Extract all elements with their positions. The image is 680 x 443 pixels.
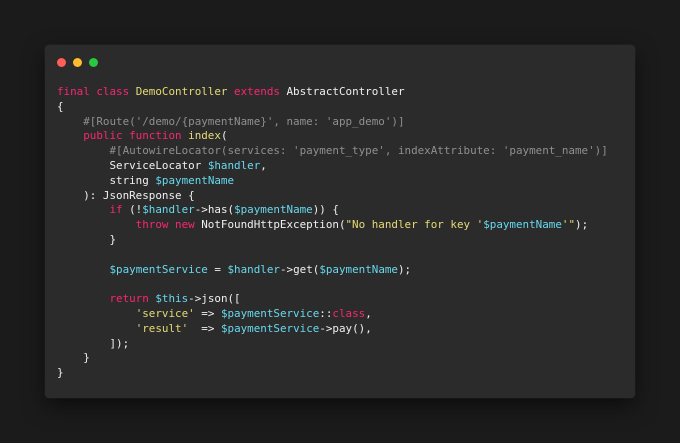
code-token: $handler [142, 203, 195, 217]
code-token: $handler [207, 158, 261, 172]
code-line: $paymentService = $handler->get($payment… [57, 263, 608, 278]
code-token: public function [57, 129, 189, 143]
page: final class DemoController extends Abstr… [0, 0, 680, 443]
code-line: public function index( [57, 129, 608, 144]
code-token: '" [561, 218, 576, 232]
code-token: #[AutowireLocator(services: 'payment_typ… [57, 144, 608, 158]
code-token: ->has( [194, 203, 235, 217]
code-token: ]); [57, 336, 130, 350]
code-token: ->json([ [188, 292, 241, 306]
code-token: ->pay(), [319, 321, 372, 335]
code-line: throw new NotFoundHttpException("No hand… [57, 218, 608, 233]
code-token: $paymentService [220, 306, 320, 320]
code-token: :: [319, 306, 333, 320]
code-token: $paymentName [319, 262, 398, 276]
code-line: #[Route('/demo/{paymentName}', name: 'ap… [57, 115, 608, 130]
code-token: )) { [312, 203, 339, 217]
code-token: , [365, 306, 372, 320]
code-token: } [57, 232, 117, 246]
code-token: $paymentName [234, 203, 313, 217]
code-token: => [194, 306, 221, 320]
code-token: 'service' [135, 306, 195, 320]
code-token: index [188, 129, 221, 143]
code-line: } [57, 351, 608, 366]
code-token: (! [129, 203, 143, 217]
code-line: 'service' => $paymentService::class, [57, 307, 608, 322]
window-controls [57, 58, 98, 67]
code-token: NotFoundHttpException( [201, 218, 346, 232]
code-token: 'result' [135, 321, 189, 335]
code-line: #[AutowireLocator(services: 'payment_typ… [57, 144, 608, 159]
code-line: ]); [57, 337, 608, 352]
code-token: = [207, 262, 228, 276]
code-token: $this [155, 292, 189, 306]
code-line: } [57, 366, 608, 381]
code-token: $handler [227, 262, 280, 276]
code-line: string $paymentName [57, 174, 608, 189]
code-token: $paymentService [109, 262, 208, 276]
code-token: string [57, 173, 156, 187]
code-line: final class DemoController extends Abstr… [57, 85, 608, 100]
code-token: } [57, 366, 64, 380]
code-token: $paymentName [155, 173, 235, 187]
code-token: ); [575, 218, 589, 232]
code-block: final class DemoController extends Abstr… [57, 85, 608, 381]
code-token: { [57, 99, 64, 113]
code-token: ): JsonResponse { [57, 188, 195, 202]
code-token: $paymentName [483, 218, 562, 232]
code-token: "No handler for key ' [345, 218, 484, 232]
minimize-button[interactable] [73, 58, 82, 67]
code-token: #[Route('/demo/{paymentName}', name: 'ap… [57, 114, 405, 128]
code-token: return [57, 292, 156, 306]
code-line: ): JsonResponse { [57, 189, 608, 204]
code-token: ServiceLocator [57, 158, 208, 172]
code-token: ); [398, 262, 412, 276]
code-window: final class DemoController extends Abstr… [45, 45, 635, 398]
close-button[interactable] [57, 58, 66, 67]
code-line: return $this->json([ [57, 292, 608, 307]
code-token: ( [220, 129, 228, 143]
code-token: final class [57, 85, 136, 98]
code-token: $paymentService [220, 321, 320, 335]
code-token: ->get( [279, 262, 320, 276]
code-token: => [188, 321, 221, 335]
code-token: DemoController [135, 85, 228, 98]
code-line: ServiceLocator $handler, [57, 159, 608, 174]
code-token: , [260, 158, 267, 172]
code-line: 'result' => $paymentService->pay(), [57, 322, 608, 337]
code-line: if (!$handler->has($paymentName)) { [57, 203, 608, 218]
code-line: } [57, 233, 608, 248]
code-token: class [332, 306, 366, 320]
zoom-button[interactable] [89, 58, 98, 67]
code-token: extends [227, 85, 287, 98]
code-token: if [57, 203, 130, 217]
code-line: { [57, 100, 608, 115]
code-token: throw new [57, 218, 202, 232]
code-token: AbstractController [286, 85, 405, 98]
code-token: } [57, 351, 90, 365]
